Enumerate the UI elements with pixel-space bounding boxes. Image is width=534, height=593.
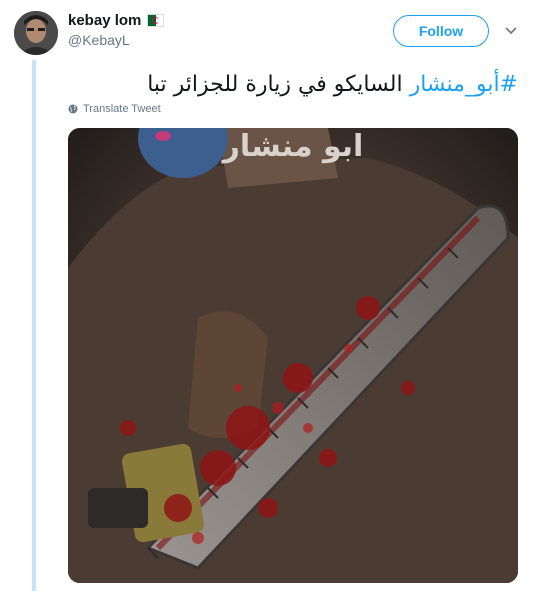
chevron-down-icon[interactable] (504, 26, 518, 36)
hashtag-link[interactable]: #أبو_منشار (410, 72, 518, 97)
thread-line (32, 60, 36, 591)
tweet-body: السايكو في زيارة للجزائر تبا (147, 72, 410, 97)
tweet-text: #أبو_منشار السايكو في زيارة للجزائر تبا (68, 70, 518, 100)
globe-icon (68, 104, 78, 114)
translate-tweet[interactable]: Translate Tweet (68, 103, 161, 115)
algeria-flag-icon (147, 14, 165, 27)
poster-image: ابو منشار (68, 128, 518, 583)
follow-button[interactable]: Follow (393, 15, 489, 47)
tweet-image[interactable]: ابو منشار (68, 128, 518, 583)
tweet-author: kebay lom @KebayL (68, 12, 165, 48)
poster-title: ابو منشار (221, 129, 364, 164)
translate-label: Translate Tweet (83, 103, 161, 115)
user-handle[interactable]: @KebayL (68, 32, 164, 48)
avatar[interactable] (14, 11, 58, 55)
avatar-image (14, 11, 58, 55)
display-name[interactable]: kebay lom (68, 12, 141, 29)
